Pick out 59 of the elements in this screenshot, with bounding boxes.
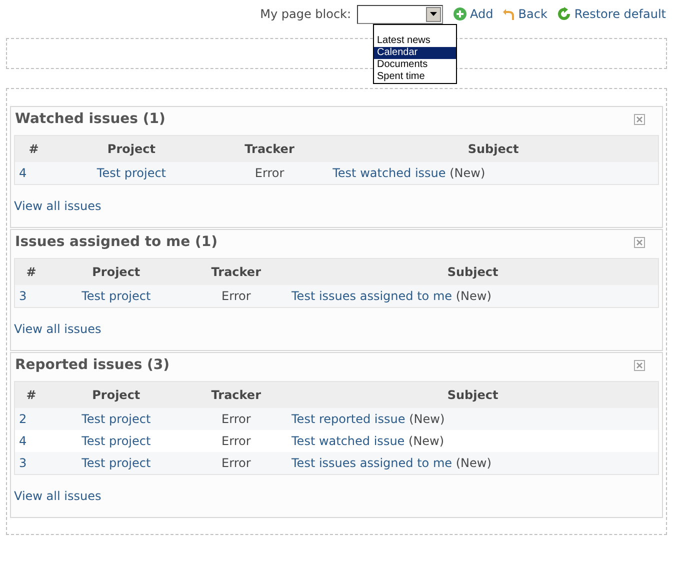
menu-option[interactable]: Calendar [374, 47, 456, 59]
project-link[interactable]: Test project [82, 412, 151, 426]
status-text: (New) [408, 434, 444, 448]
block-title: Issues assigned to me (1) [15, 234, 218, 250]
table-cell: Error [210, 162, 329, 184]
subject-link[interactable]: Test watched issue [332, 166, 446, 180]
back-arrow-icon [503, 7, 516, 21]
project-link[interactable]: Test project [82, 289, 151, 303]
caret-icon [430, 12, 438, 16]
close-icon[interactable] [634, 360, 645, 370]
column-header: Subject [328, 136, 658, 162]
column-header: Project [48, 258, 185, 285]
plus-icon [453, 7, 468, 21]
subject-link[interactable]: Test reported issue [292, 412, 406, 426]
status-text: (New) [450, 166, 486, 180]
view-all-link[interactable]: View all issues [14, 199, 102, 213]
block-title: Watched issues (1) [15, 111, 166, 127]
status-text: (New) [409, 412, 445, 426]
project-link[interactable]: Test project [96, 166, 166, 180]
table-cell: Error [184, 452, 288, 474]
restore-default-link[interactable]: Restore default [557, 7, 666, 21]
column-header: Project [52, 136, 210, 162]
column-header: # [14, 382, 48, 408]
issue-id-link[interactable]: 4 [19, 166, 27, 180]
table-cell: Error [184, 408, 288, 430]
table-cell: Error [184, 285, 288, 308]
close-icon[interactable] [634, 236, 645, 248]
issue-id-link[interactable]: 2 [19, 412, 27, 426]
column-header: Subject [288, 382, 658, 408]
status-text: (New) [456, 456, 492, 470]
back-link[interactable]: Back [503, 7, 548, 21]
issue-id-link[interactable]: 3 [19, 289, 27, 303]
issue-id-link[interactable]: 3 [19, 456, 27, 470]
block-select[interactable] [357, 4, 444, 24]
menu-option[interactable]: Spent time [374, 71, 456, 83]
add-link[interactable]: Add [453, 7, 494, 21]
project-link[interactable]: Test project [82, 456, 151, 470]
subject-link[interactable]: Test watched issue [292, 434, 405, 448]
table-cell: Error [184, 430, 288, 452]
column-header: Tracker [184, 382, 288, 408]
close-icon[interactable] [634, 114, 645, 124]
refresh-icon [557, 7, 572, 21]
column-header: # [14, 136, 53, 162]
column-header: # [14, 258, 48, 285]
block-label: My page block: [260, 7, 352, 21]
view-all-link[interactable]: View all issues [14, 489, 102, 503]
status-text: (New) [456, 289, 492, 303]
block-title: Reported issues (3) [15, 357, 170, 373]
menu-option[interactable]: Documents [374, 59, 456, 71]
issue-id-link[interactable]: 4 [19, 434, 27, 448]
column-header: Project [48, 382, 185, 408]
column-header: Tracker [210, 136, 329, 162]
column-header: Subject [288, 258, 658, 285]
project-link[interactable]: Test project [82, 434, 151, 448]
menu-option[interactable]: Latest news [374, 35, 456, 47]
view-all-link[interactable]: View all issues [14, 322, 102, 336]
subject-link[interactable]: Test issues assigned to me [292, 456, 452, 470]
subject-link[interactable]: Test issues assigned to me [292, 289, 452, 303]
column-header: Tracker [184, 258, 288, 285]
